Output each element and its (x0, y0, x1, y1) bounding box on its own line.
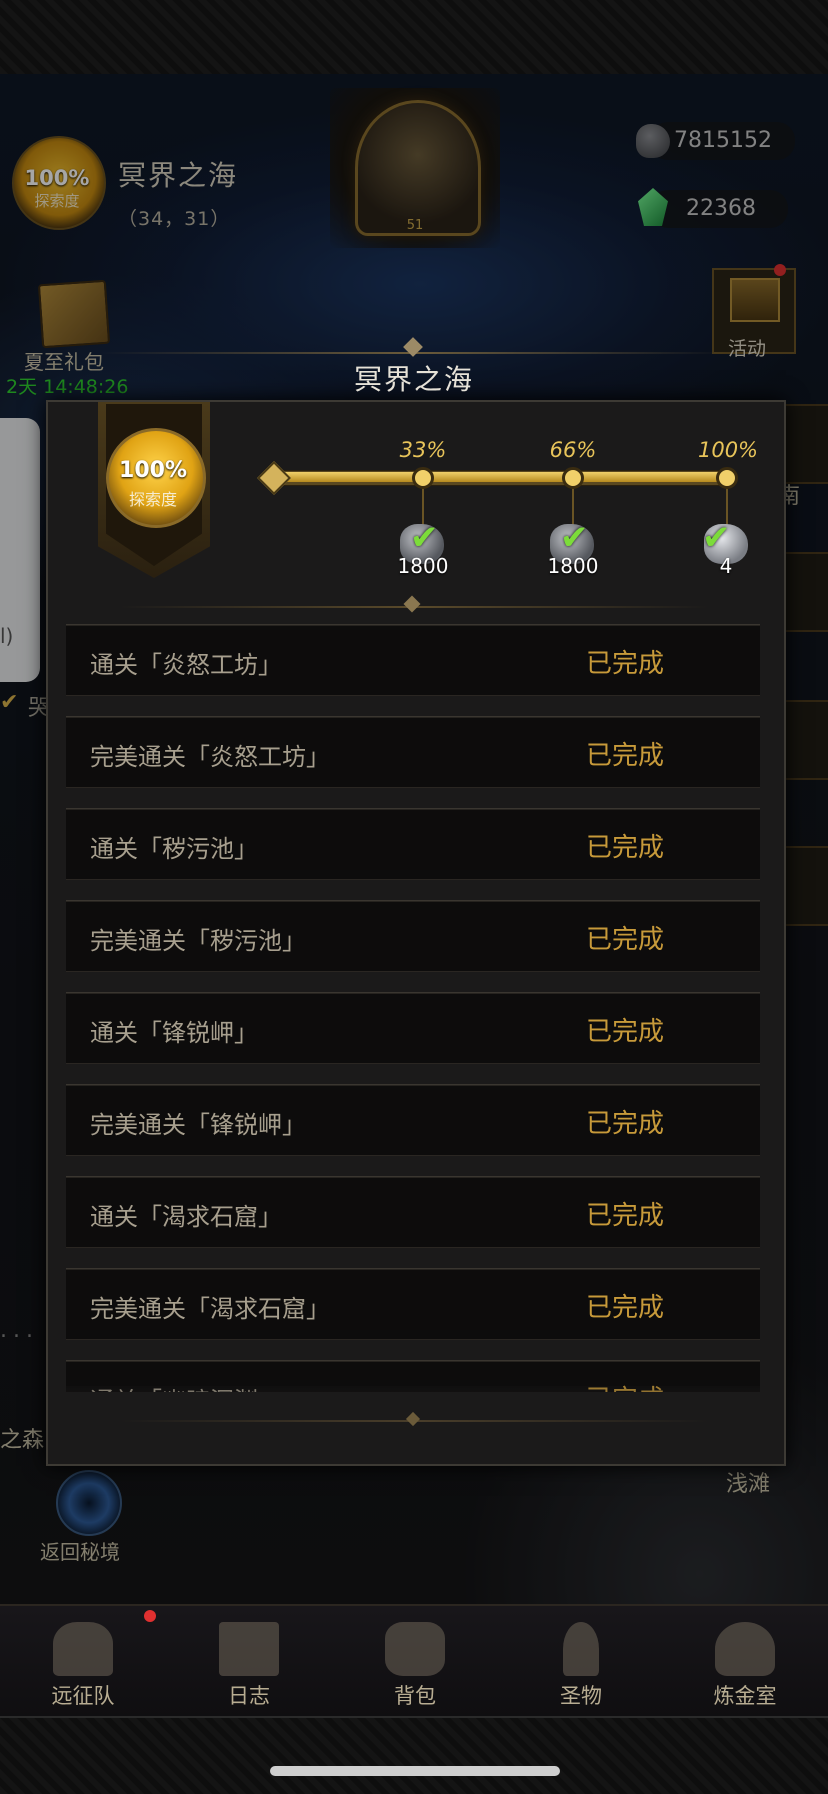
task-row: 完美通关「渴求石窟」 已完成 (66, 1268, 760, 1340)
nav-relics-label: 圣物 (560, 1684, 602, 1708)
nav-bag[interactable]: 背包 (332, 1604, 498, 1716)
task-status: 已完成 (586, 1293, 665, 1323)
nav-bag-label: 背包 (394, 1684, 436, 1708)
claimed-check-icon: ✔ (410, 518, 439, 558)
milestone-3-node (716, 467, 738, 489)
task-status: 已完成 (586, 741, 665, 771)
bottom-frame (0, 1716, 828, 1794)
scroll-icon (219, 1622, 279, 1676)
milestone-2-node (562, 467, 584, 489)
nav-alchemy[interactable]: 炼金室 (662, 1604, 828, 1716)
dialog-title: 冥界之海 (353, 363, 474, 396)
task-name: 完美通关「渴求石窟」 (90, 1295, 330, 1323)
task-list[interactable]: 通关「炎怒工坊」 已完成 完美通关「炎怒工坊」 已完成 通关「秽污池」 已完成 … (66, 620, 760, 1392)
task-status: 已完成 (586, 1109, 665, 1139)
task-status: 已完成 (586, 833, 665, 863)
task-row: 通关「炎怒工坊」 已完成 (66, 624, 760, 696)
task-name: 通关「锋锐岬」 (90, 1019, 258, 1047)
milestone-3-percent: 100% (697, 438, 759, 462)
milestone-3-reward: 4 (719, 554, 733, 578)
exploration-progress-fill (268, 472, 730, 482)
task-row: 完美通关「炎怒工坊」 已完成 (66, 716, 760, 788)
task-status: 已完成 (586, 1201, 665, 1231)
milestone-2-reward: 1800 (547, 554, 599, 578)
task-row: 完美通关「秽污池」 已完成 (66, 900, 760, 972)
milestone-1-reward: 1800 (397, 554, 449, 578)
task-name: 完美通关「炎怒工坊」 (90, 743, 330, 771)
home-indicator[interactable] (270, 1766, 560, 1776)
milestone-1-percent: 33% (399, 438, 447, 462)
milestone-1-node (412, 467, 434, 489)
task-name: 完美通关「锋锐岬」 (90, 1111, 306, 1139)
bag-icon (385, 1622, 445, 1676)
task-name: 通关「秽污池」 (90, 835, 258, 863)
nav-expedition[interactable]: 远征队 (0, 1604, 166, 1716)
expedition-notification-dot (144, 1610, 156, 1622)
task-status: 已完成 (586, 1017, 665, 1047)
task-status: 已完成 (586, 925, 665, 955)
task-name: 完美通关「秽污池」 (90, 927, 306, 955)
task-row: 通关「渴求石窟」 已完成 (66, 1176, 760, 1248)
nav-expedition-label: 远征队 (51, 1684, 115, 1708)
helmet-icon (53, 1622, 113, 1676)
task-status: 已完成 (586, 649, 665, 679)
alchemy-icon (715, 1622, 775, 1676)
task-name: 通关「渴求石窟」 (90, 1203, 282, 1231)
task-row: 完美通关「锋锐岬」 已完成 (66, 1084, 760, 1156)
exploration-label: 探索度 (128, 490, 177, 509)
claimed-check-icon: ✔ (702, 518, 731, 558)
chalice-icon (563, 1622, 599, 1676)
task-row: 通关「秽污池」 已完成 (66, 808, 760, 880)
milestone-2-percent: 66% (549, 438, 597, 462)
exploration-percent: 100% (119, 458, 187, 483)
nav-journal[interactable]: 日志 (166, 1604, 332, 1716)
top-frame (0, 0, 828, 76)
nav-journal-label: 日志 (228, 1684, 270, 1708)
nav-relics[interactable]: 圣物 (498, 1604, 664, 1716)
nav-alchemy-label: 炼金室 (713, 1684, 777, 1708)
claimed-check-icon: ✔ (560, 518, 589, 558)
task-row: 通关「锋锐岬」 已完成 (66, 992, 760, 1064)
task-name: 通关「炎怒工坊」 (90, 651, 282, 679)
